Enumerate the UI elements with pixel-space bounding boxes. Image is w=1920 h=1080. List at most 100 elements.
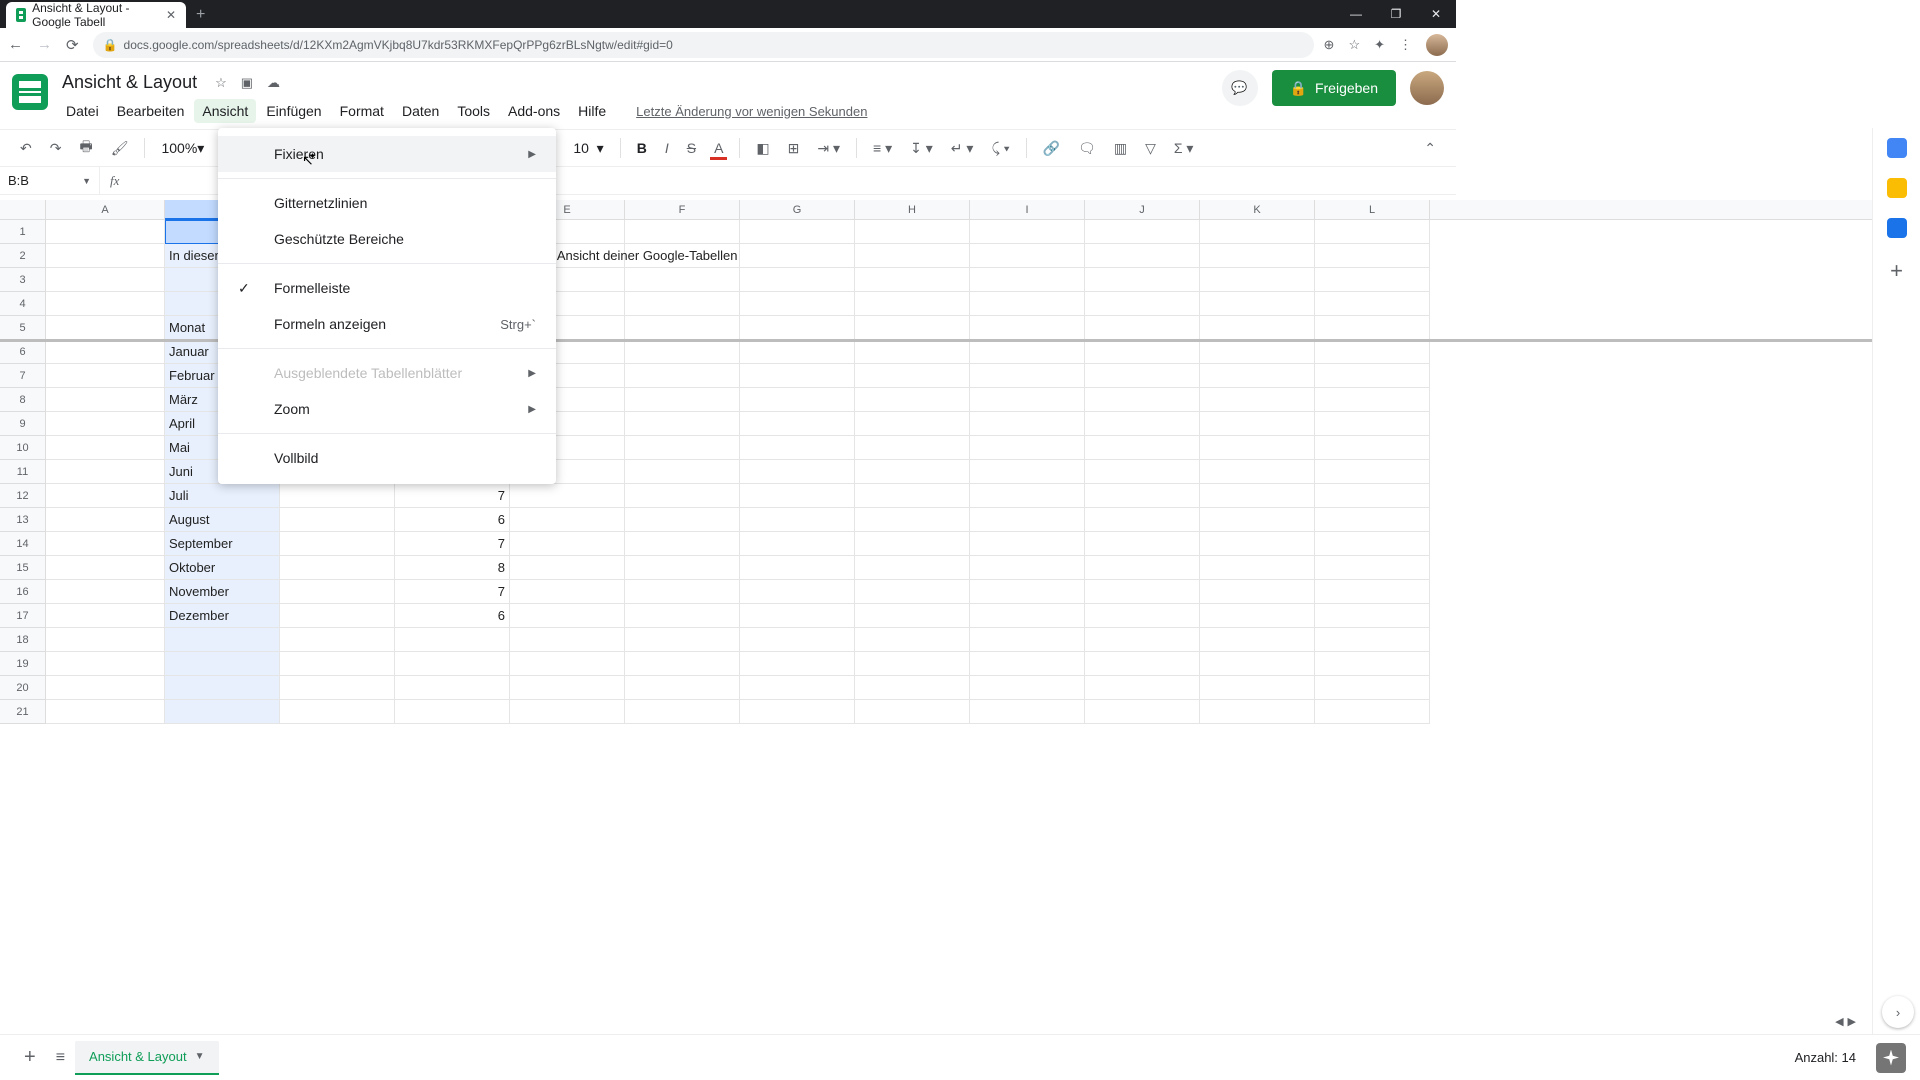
cell[interactable] xyxy=(1315,628,1430,652)
menu-item-formula-bar[interactable]: ✓ Formelleiste xyxy=(218,270,556,306)
cell[interactable] xyxy=(625,556,740,580)
cloud-status-icon[interactable]: ☁ xyxy=(267,75,280,91)
cell[interactable]: Juli xyxy=(165,484,280,508)
merge-icon[interactable]: ⇥ ▾ xyxy=(811,136,846,161)
row-header[interactable]: 18 xyxy=(0,628,46,652)
fill-color-icon[interactable]: ◧ xyxy=(750,136,775,161)
cell[interactable] xyxy=(510,484,625,508)
column-header[interactable]: K xyxy=(1200,200,1315,219)
window-close-icon[interactable]: ✕ xyxy=(1416,0,1456,28)
cell[interactable] xyxy=(165,700,280,724)
cell[interactable] xyxy=(280,556,395,580)
menu-item-freeze[interactable]: Fixieren ▶ xyxy=(218,136,556,172)
zoom-indicator-icon[interactable]: ⊕ xyxy=(1324,37,1335,53)
comment-icon[interactable]: 🗨 xyxy=(1072,136,1102,161)
cell[interactable] xyxy=(1315,580,1430,604)
cell[interactable] xyxy=(740,700,855,724)
browser-tab[interactable]: Ansicht & Layout - Google Tabell ✕ xyxy=(6,2,186,28)
cell[interactable] xyxy=(1315,244,1430,268)
cell[interactable] xyxy=(855,244,970,268)
cell[interactable] xyxy=(1200,700,1315,724)
sheets-logo-icon[interactable] xyxy=(12,74,48,110)
wrap-icon[interactable]: ↵ ▾ xyxy=(945,136,980,161)
cell[interactable] xyxy=(970,340,1085,364)
cell[interactable] xyxy=(1200,460,1315,484)
cell[interactable] xyxy=(740,436,855,460)
cell[interactable] xyxy=(46,460,165,484)
cell[interactable] xyxy=(46,484,165,508)
cell[interactable] xyxy=(280,652,395,676)
zoom-select[interactable]: 100% ▾ xyxy=(155,136,210,161)
cell[interactable] xyxy=(970,604,1085,628)
last-edit-link[interactable]: Letzte Änderung vor wenigen Sekunden xyxy=(628,100,875,123)
account-avatar[interactable] xyxy=(1410,71,1444,105)
cell[interactable] xyxy=(855,484,970,508)
cell[interactable]: Dezember xyxy=(165,604,280,628)
row-header[interactable]: 3 xyxy=(0,268,46,292)
cell[interactable] xyxy=(1315,700,1430,724)
cell[interactable] xyxy=(970,412,1085,436)
cell[interactable] xyxy=(165,652,280,676)
cell[interactable] xyxy=(855,508,970,532)
row-header[interactable]: 19 xyxy=(0,652,46,676)
cell[interactable] xyxy=(1085,340,1200,364)
cell[interactable] xyxy=(1085,220,1200,244)
cell[interactable] xyxy=(970,628,1085,652)
row-header[interactable]: 8 xyxy=(0,388,46,412)
menu-data[interactable]: Daten xyxy=(394,99,447,123)
status-count[interactable]: Anzahl: 14 xyxy=(1795,1050,1856,1065)
cell[interactable]: August xyxy=(165,508,280,532)
row-header[interactable]: 9 xyxy=(0,412,46,436)
cell[interactable] xyxy=(510,556,625,580)
cell[interactable] xyxy=(1200,556,1315,580)
cell[interactable] xyxy=(855,652,970,676)
cell[interactable] xyxy=(740,628,855,652)
cell[interactable] xyxy=(510,532,625,556)
cell[interactable] xyxy=(740,460,855,484)
cell[interactable] xyxy=(855,316,970,340)
cell[interactable] xyxy=(1085,604,1200,628)
cell[interactable] xyxy=(855,580,970,604)
cell[interactable] xyxy=(740,556,855,580)
cell[interactable] xyxy=(970,700,1085,724)
cell[interactable] xyxy=(855,676,970,700)
column-header[interactable]: I xyxy=(970,200,1085,219)
cell[interactable] xyxy=(625,460,740,484)
cell[interactable]: Oktober xyxy=(165,556,280,580)
cell[interactable] xyxy=(46,340,165,364)
cell[interactable] xyxy=(970,292,1085,316)
window-maximize-icon[interactable]: ❐ xyxy=(1376,0,1416,28)
cell[interactable] xyxy=(46,316,165,340)
cell[interactable] xyxy=(740,580,855,604)
cell[interactable]: 7 xyxy=(395,532,510,556)
menu-view[interactable]: Ansicht xyxy=(194,99,256,123)
cell[interactable]: 7 xyxy=(395,484,510,508)
row-header[interactable]: 10 xyxy=(0,436,46,460)
cell[interactable] xyxy=(625,220,740,244)
chrome-profile-avatar[interactable] xyxy=(1426,34,1448,56)
column-header[interactable]: G xyxy=(740,200,855,219)
cell[interactable] xyxy=(970,316,1085,340)
cell[interactable] xyxy=(740,268,855,292)
cell[interactable] xyxy=(855,220,970,244)
cell[interactable] xyxy=(740,292,855,316)
italic-icon[interactable]: I xyxy=(659,136,675,160)
add-sheet-button[interactable]: + xyxy=(14,1046,46,1069)
cell[interactable] xyxy=(1200,628,1315,652)
cell[interactable] xyxy=(1085,316,1200,340)
cell[interactable] xyxy=(1200,292,1315,316)
cell[interactable] xyxy=(46,652,165,676)
cell[interactable] xyxy=(46,364,165,388)
cell[interactable] xyxy=(740,412,855,436)
tasks-icon[interactable] xyxy=(1887,218,1907,238)
cell[interactable] xyxy=(855,388,970,412)
cell[interactable] xyxy=(740,532,855,556)
cell[interactable] xyxy=(1200,436,1315,460)
chrome-menu-icon[interactable]: ⋮ xyxy=(1399,37,1412,53)
bold-icon[interactable]: B xyxy=(631,136,653,160)
cell[interactable]: 7 xyxy=(395,580,510,604)
cell[interactable] xyxy=(855,292,970,316)
cell[interactable] xyxy=(1085,388,1200,412)
cell[interactable] xyxy=(970,484,1085,508)
cell[interactable] xyxy=(1315,460,1430,484)
